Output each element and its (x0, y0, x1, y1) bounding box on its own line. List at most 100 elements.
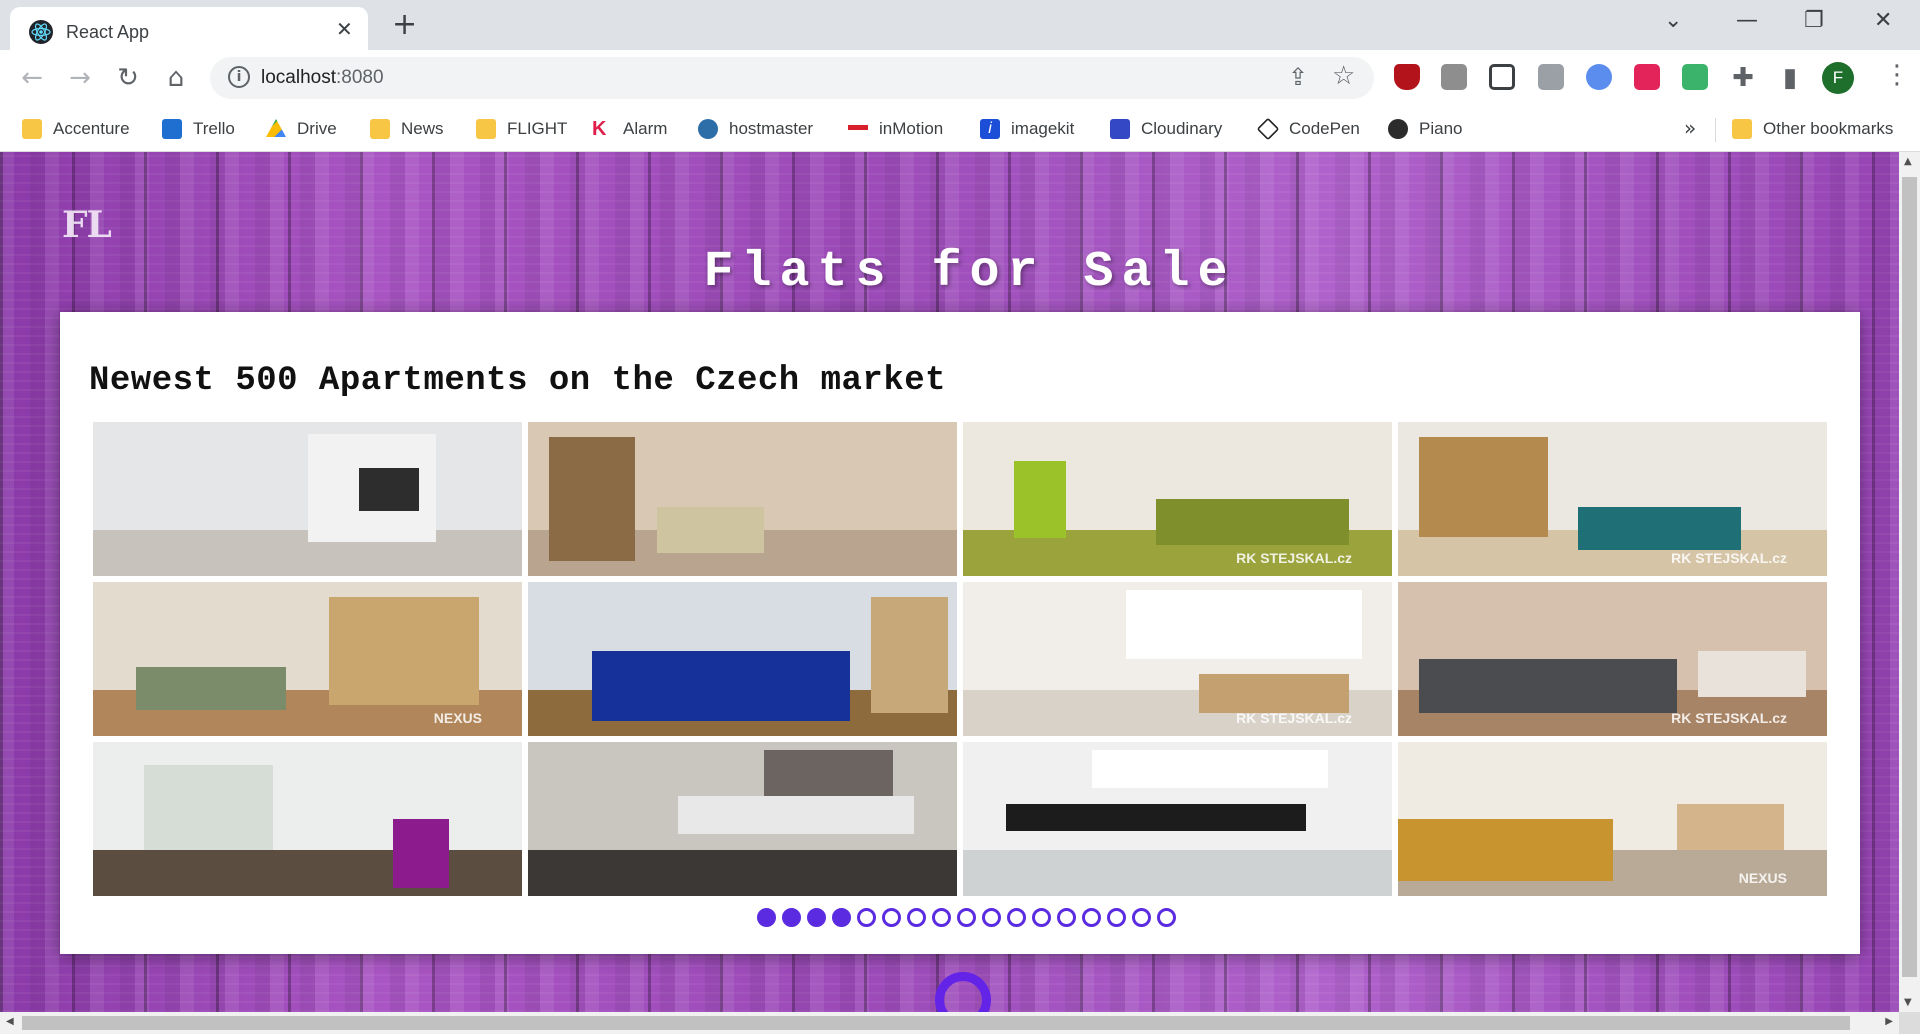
imagekit-icon: i (980, 119, 1000, 139)
apartment-photo[interactable]: RK STEJSKAL.cz (963, 582, 1392, 736)
profile-avatar[interactable]: F (1822, 62, 1854, 94)
url-host: localhost (261, 67, 336, 88)
menu-kebab-icon[interactable]: ⋮ (1884, 60, 1910, 90)
photo-furniture (678, 795, 915, 835)
bookmark-accenture[interactable]: Accenture (22, 117, 130, 141)
photo-furniture (144, 765, 274, 850)
bookmark-star-icon[interactable]: ☆ (1332, 61, 1355, 91)
photo-furniture (1156, 499, 1350, 546)
pagination-dot[interactable] (856, 908, 876, 927)
browser-tab[interactable]: React App ✕ (10, 7, 368, 50)
tab-close-icon[interactable]: ✕ (336, 17, 353, 41)
apartment-photo[interactable]: RK STEJSKAL.cz (1398, 582, 1827, 736)
os-extension-icon[interactable] (1441, 64, 1467, 90)
pagination-dot[interactable] (831, 908, 851, 927)
apartment-photo[interactable]: RK STEJSKAL.cz (963, 422, 1392, 576)
bookmark-inmotion[interactable]: inMotion (848, 117, 943, 141)
mic-extension-icon[interactable] (1634, 64, 1660, 90)
apartment-photo[interactable] (528, 742, 957, 896)
tab-title: React App (66, 22, 150, 42)
bookmark-piano[interactable]: Piano (1388, 117, 1462, 141)
bookmark-flight[interactable]: FLIGHT (476, 117, 567, 141)
folder-icon (1732, 119, 1752, 139)
site-logo[interactable]: FL (62, 204, 112, 246)
back-icon[interactable]: ← (16, 62, 48, 94)
drive-icon (266, 119, 286, 137)
restore-icon[interactable]: ❐ (1804, 4, 1824, 38)
photo-furniture (1398, 819, 1613, 881)
pagination-dot[interactable] (981, 908, 1001, 927)
pagination-dot[interactable] (1131, 908, 1151, 927)
bookmarks-overflow-icon[interactable]: » (1684, 116, 1696, 140)
bookmark-imagekit[interactable]: i imagekit (980, 117, 1074, 141)
photo-furniture (1198, 674, 1350, 713)
bookmark-label: News (401, 119, 444, 138)
reload-icon[interactable]: ↻ (112, 62, 144, 94)
pagination-dot[interactable] (1081, 908, 1101, 927)
bookmark-hostmaster[interactable]: hostmaster (698, 117, 813, 141)
page-title: Flats for Sale (703, 244, 1236, 301)
bookmark-label: Trello (193, 119, 235, 138)
apartment-photo[interactable] (528, 422, 957, 576)
scroll-up-icon[interactable]: ▲ (1904, 156, 1912, 167)
react-favicon-icon (29, 20, 53, 44)
pagination-dot[interactable] (806, 908, 826, 927)
ublock-extension-icon[interactable] (1394, 64, 1420, 90)
scrollbar-corner (1899, 1012, 1920, 1034)
horizontal-scroll-thumb[interactable] (22, 1016, 1850, 1030)
side-panel-icon[interactable]: ▮ (1774, 62, 1806, 94)
bookmark-alarm[interactable]: K Alarm (592, 117, 667, 141)
apartment-photo[interactable] (93, 422, 522, 576)
address-bar[interactable]: i localhost:8080 ⇪ ☆ (210, 57, 1374, 99)
pagination-dot[interactable] (931, 908, 951, 927)
tab-search-icon[interactable]: ⌄ (1664, 4, 1682, 38)
apartment-photo[interactable] (963, 742, 1392, 896)
home-icon[interactable]: ⌂ (160, 62, 192, 94)
pagination-dot[interactable] (956, 908, 976, 927)
bookmark-news[interactable]: News (370, 117, 444, 141)
photo-furniture (656, 506, 764, 553)
scroll-right-icon[interactable]: ▶ (1885, 1016, 1893, 1027)
bookmark-cloudinary[interactable]: Cloudinary (1110, 117, 1222, 141)
minimize-icon[interactable]: — (1736, 4, 1758, 38)
apartment-photo[interactable]: NEXUS (1398, 742, 1827, 896)
zoom-extension-icon[interactable] (1538, 64, 1564, 90)
pagination-dot[interactable] (1006, 908, 1026, 927)
forward-icon[interactable]: → (64, 62, 96, 94)
window-close-icon[interactable]: ✕ (1874, 4, 1892, 38)
photo-watermark: RK STEJSKAL.cz (1671, 710, 1787, 726)
vertical-scrollbar[interactable]: ▲ ▼ (1899, 152, 1920, 1012)
photo-furniture (871, 597, 949, 713)
apartment-photo[interactable]: NEXUS (93, 582, 522, 736)
bookmark-label: Piano (1419, 119, 1463, 138)
search-extension-icon[interactable] (1586, 64, 1612, 90)
bookmark-codepen[interactable]: CodePen (1256, 117, 1360, 141)
m-extension-icon[interactable] (1682, 64, 1708, 90)
screenshot-extension-icon[interactable] (1489, 64, 1515, 90)
pagination-dot[interactable] (1156, 908, 1176, 927)
pagination-dot[interactable] (1031, 908, 1051, 927)
pagination-dot[interactable] (1106, 908, 1126, 927)
extensions-puzzle-icon[interactable]: ✚ (1727, 62, 1759, 94)
site-info-icon[interactable]: i (228, 66, 250, 88)
horizontal-scrollbar[interactable]: ◀ ▶ (0, 1012, 1899, 1034)
pagination-dot[interactable] (781, 908, 801, 927)
pagination-dot[interactable] (881, 908, 901, 927)
bookmark-trello[interactable]: Trello (162, 117, 235, 141)
apartment-photo[interactable] (528, 582, 957, 736)
scroll-left-icon[interactable]: ◀ (6, 1016, 14, 1027)
scroll-down-icon[interactable]: ▼ (1904, 997, 1912, 1008)
vertical-scroll-thumb[interactable] (1902, 177, 1917, 977)
apartment-photo[interactable]: RK STEJSKAL.cz (1398, 422, 1827, 576)
inmotion-icon (848, 119, 868, 139)
bookmark-label: inMotion (879, 119, 944, 138)
bookmark-other[interactable]: Other bookmarks (1732, 117, 1893, 141)
apartment-photo[interactable] (93, 742, 522, 896)
pagination-dot[interactable] (756, 908, 776, 927)
bookmark-drive[interactable]: Drive (266, 117, 337, 141)
pagination-dot[interactable] (1056, 908, 1076, 927)
scroll-indicator-icon[interactable] (935, 972, 991, 1012)
new-tab-button[interactable]: + (392, 8, 417, 42)
share-icon[interactable]: ⇪ (1288, 63, 1308, 91)
pagination-dot[interactable] (906, 908, 926, 927)
